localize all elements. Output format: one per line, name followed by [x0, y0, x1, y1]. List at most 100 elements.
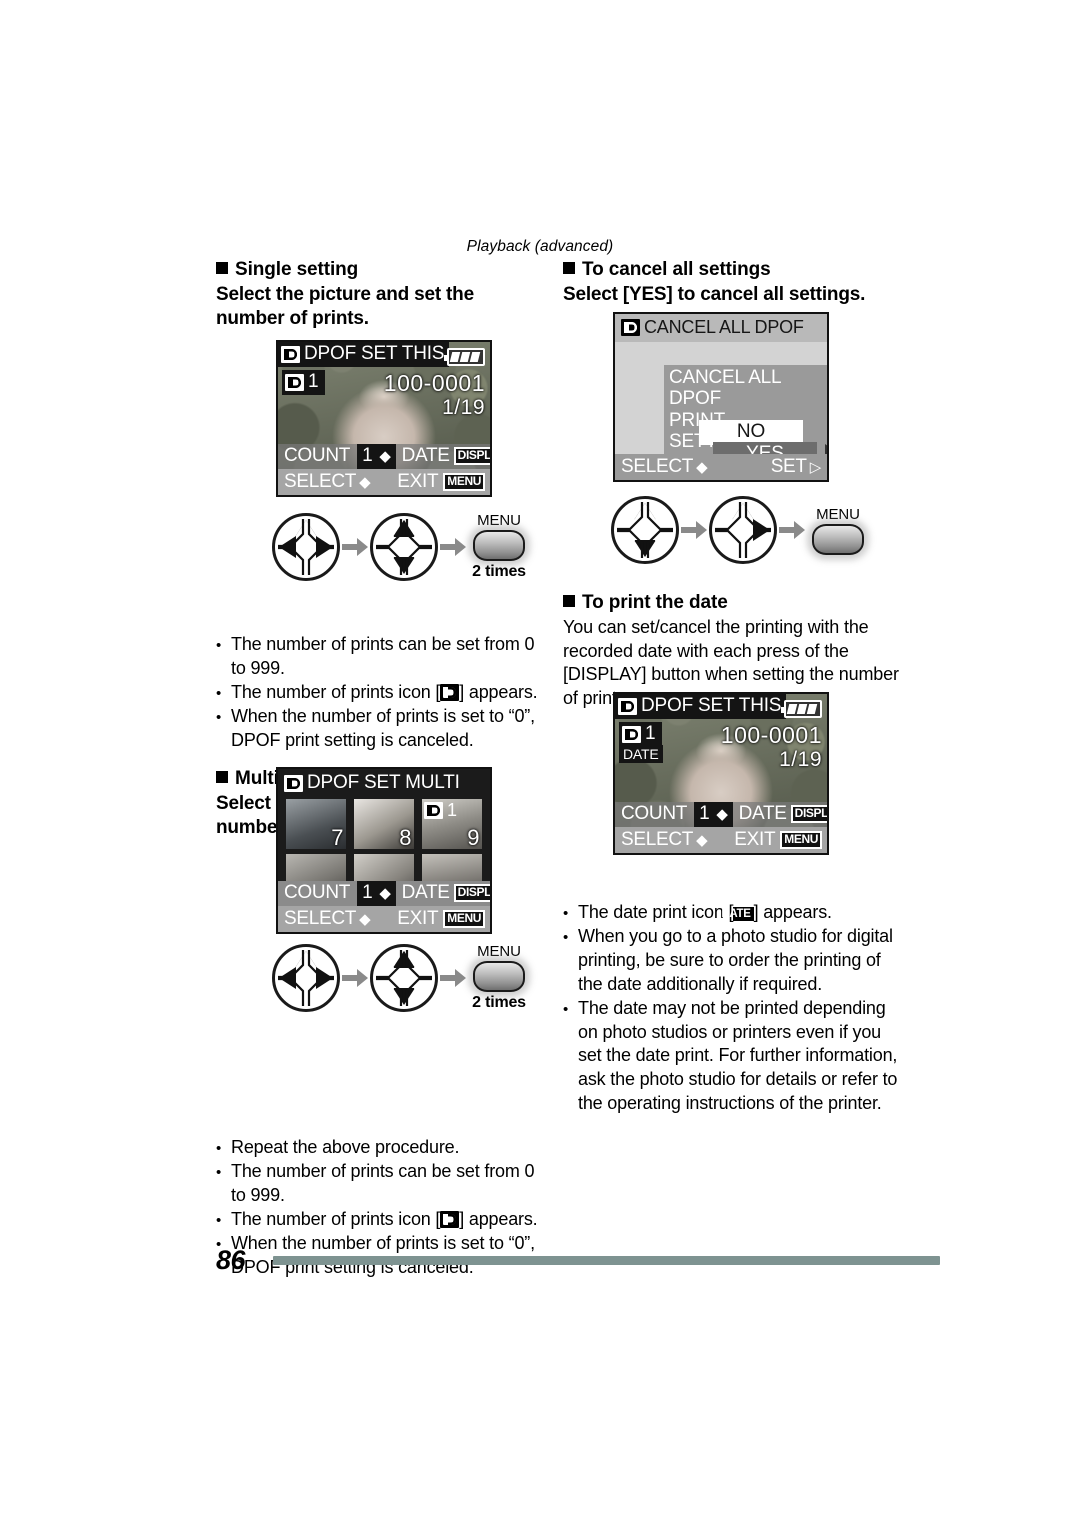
dialog-body: CANCEL ALL DPOF PRINT SETTINGS? NO YES: [615, 342, 827, 467]
cancel-all-subhead: Select [YES] to cancel all settings.: [563, 283, 866, 305]
page-number: 86: [216, 1245, 246, 1275]
osd-frame-number: 1/19: [442, 396, 485, 419]
display-button-chip: DISPLAY: [790, 804, 827, 824]
arrow-step-icon: [679, 517, 709, 543]
exit-hint: EXIT MENU: [734, 829, 822, 851]
button-sequence-multi-setting: MENU 2 times: [272, 943, 530, 1012]
count-value-stepper[interactable]: 1 ◆: [357, 444, 396, 469]
count-label: COUNT: [278, 881, 358, 906]
thumbnail-item[interactable]: 1 9: [422, 799, 482, 849]
count-bar: COUNT 1 ◆ DATE DISPLAY: [278, 444, 490, 469]
print-count-icon: [622, 725, 641, 743]
date-label: DATE: [401, 882, 450, 903]
dialog-message-line1: CANCEL ALL DPOF: [669, 367, 781, 410]
osd-file-number: 100-0001: [383, 370, 485, 396]
select-label: SELECT: [284, 471, 357, 492]
manual-page: Playback (advanced) Single setting Selec…: [0, 0, 1080, 1526]
up-down-arrows-icon: ◆: [696, 458, 708, 476]
dpad-outline: [278, 518, 334, 575]
section-heading-cancel-all: To cancel all settings: [563, 258, 903, 282]
lcd-screen-dpof-set-this-date: DPOF SET THIS 1 DATE 100-0001 1/19 COUNT…: [613, 692, 829, 855]
up-down-arrows-icon: ◆: [379, 447, 391, 465]
print-count-badge: 1: [619, 722, 662, 747]
exit-label: EXIT: [734, 829, 776, 850]
lcd-screen-cancel-all-dpof: CANCEL ALL DPOF CANCEL ALL DPOF PRINT SE…: [613, 312, 829, 482]
count-value-stepper[interactable]: 1 ◆: [357, 881, 396, 906]
date-label: DATE: [738, 803, 787, 824]
up-down-arrows-icon: ◆: [716, 805, 728, 823]
button-sequence-single-setting: MENU 2 times: [272, 512, 530, 581]
thumbnail-number: 8: [399, 825, 411, 849]
date-display-hint: DATE DISPLAY: [732, 802, 827, 827]
count-label: COUNT: [615, 802, 695, 827]
print-count-icon: [440, 1211, 460, 1229]
osd-title-dpof-set-this: DPOF SET THIS: [278, 342, 450, 367]
select-label: SELECT: [621, 456, 694, 477]
section-heading-print-date: To print the date: [563, 591, 903, 615]
count-value-stepper[interactable]: 1 ◆: [694, 802, 733, 827]
osd-date-tag: DATE: [619, 745, 663, 764]
dpad-up-down[interactable]: [370, 512, 438, 581]
left-right-arrows-icon: ◆: [696, 831, 708, 849]
dpof-icon: [281, 345, 300, 363]
dpad-outline: [617, 502, 673, 558]
date-display-hint: DATE DISPLAY: [395, 444, 490, 469]
menu-button[interactable]: [473, 530, 525, 561]
bullet-square-icon: [563, 262, 575, 274]
running-head: Playback (advanced): [466, 238, 614, 255]
date-label: DATE: [401, 445, 450, 466]
dpad-outline: [278, 949, 334, 1006]
osd-print-count: 1: [282, 370, 325, 395]
menu-button-chip: MENU: [780, 830, 822, 850]
arrow-step-icon: [340, 534, 370, 560]
dialog-hint-bar: SELECT ◆ SET ▷: [615, 454, 827, 480]
dpad-left-right[interactable]: [272, 512, 340, 581]
section-heading-single-setting-label: Single setting: [235, 259, 359, 280]
left-right-arrows-icon: ◆: [359, 473, 371, 491]
menu-button-label: MENU: [477, 943, 521, 960]
display-button-chip: DISPLAY: [453, 446, 490, 466]
up-down-arrows-icon: ◆: [379, 884, 391, 902]
dialog-title-bar: CANCEL ALL DPOF: [615, 314, 827, 342]
bullet-square-icon: [216, 262, 228, 274]
count-bar: COUNT 1 ◆ DATE DISPLAY: [278, 881, 490, 906]
list-item: The date may not be printed depending on…: [563, 997, 903, 1117]
dpad-outline: [376, 518, 432, 575]
select-bar: SELECT ◆ EXIT MENU: [615, 827, 827, 853]
dpad-right[interactable]: [709, 496, 777, 564]
list-item: The date print icon [DATE] appears.: [563, 901, 903, 925]
menu-button[interactable]: [473, 961, 525, 992]
thumbnail-number: 7: [331, 825, 343, 849]
menu-press-times: 2 times: [472, 994, 526, 1011]
page-footer: 86: [216, 1245, 940, 1275]
thumbnail-item[interactable]: 7: [286, 799, 346, 849]
set-label: SET: [770, 456, 807, 477]
menu-button-label: MENU: [816, 505, 860, 523]
dpad-left-right[interactable]: [272, 943, 340, 1012]
osd-title-dpof-set-this: DPOF SET THIS: [615, 694, 787, 719]
count-bar: COUNT 1 ◆ DATE DISPLAY: [615, 802, 827, 827]
lcd-body: DPOF SET THIS 1 100-0001 1/19 COUNT 1 ◆: [278, 342, 490, 495]
menu-button[interactable]: [812, 523, 864, 555]
osd-title-dpof-set-multi: DPOF SET MULTI: [281, 771, 465, 796]
lcd-body: DPOF SET MULTI 7 8 1 9 COUNT 1 ◆ DATE DI…: [278, 769, 490, 932]
list-item: Repeat the above procedure.: [216, 1136, 546, 1160]
osd-frame-number: 1/19: [779, 748, 822, 771]
lcd-screen-dpof-set-multi: DPOF SET MULTI 7 8 1 9 COUNT 1 ◆ DATE DI…: [276, 767, 492, 934]
dpad-up-down[interactable]: [370, 943, 438, 1012]
single-setting-bullets: The number of prints can be set from 0 t…: [216, 633, 546, 753]
thumbnail-item[interactable]: 8: [354, 799, 414, 849]
section-heading-print-date-label: To print the date: [582, 592, 728, 614]
dpad-down[interactable]: [611, 496, 679, 564]
footer-rule: [273, 1256, 940, 1265]
battery-icon: [444, 348, 485, 366]
display-button-chip: DISPLAY: [453, 883, 490, 903]
list-item: When you go to a photo studio for digita…: [563, 925, 903, 997]
menu-button-chip: MENU: [443, 472, 485, 492]
list-item: The number of prints icon [] appears.: [216, 1208, 546, 1232]
set-hint: SET ▷: [770, 456, 822, 478]
dpad-outline: [376, 949, 432, 1006]
arrow-step-icon: [777, 517, 807, 543]
osd-print-count: 1: [619, 722, 662, 747]
